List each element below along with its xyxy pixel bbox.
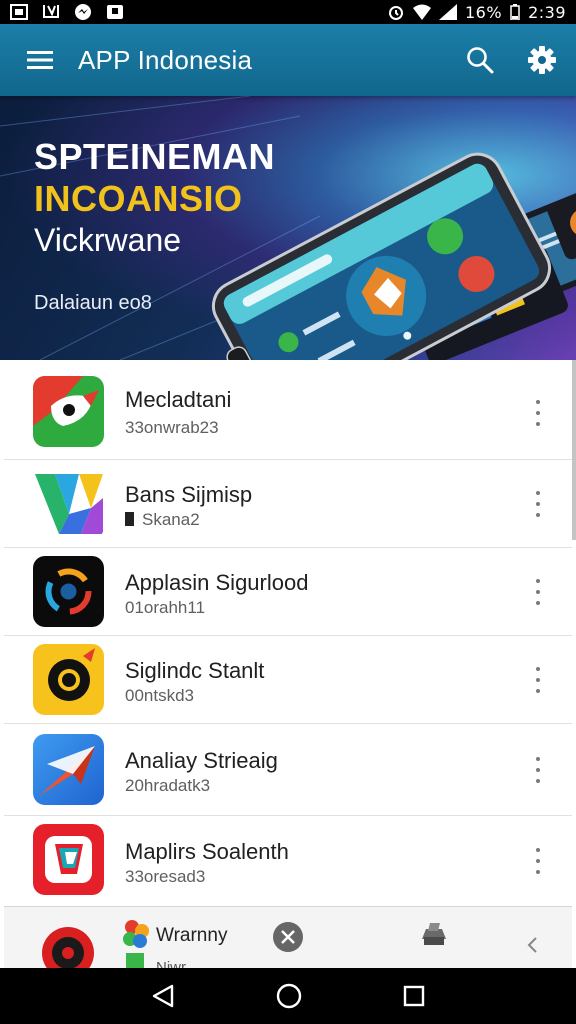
app-title-text: Analiay Strieaig — [125, 748, 278, 773]
settings-button[interactable] — [526, 44, 558, 76]
app-subtitle-text: 01orahh11 — [125, 598, 206, 617]
battery-percent: 16% — [465, 2, 503, 22]
app-subtitle-text: 20hradatk3 — [125, 776, 211, 795]
bottom-toolbar: Wrarnny Niwr — [4, 906, 572, 968]
app-bar: APP Indonesia — [0, 24, 576, 96]
back-icon[interactable] — [150, 983, 176, 1009]
banner-tagline: Vickrwane — [34, 222, 182, 258]
system-nav-bar — [0, 968, 576, 1024]
record-icon[interactable] — [40, 925, 96, 968]
chevron-left-icon[interactable] — [524, 935, 540, 955]
app-subtitle-value: Skana2 — [142, 510, 200, 529]
gallery-notification-icon — [10, 4, 28, 20]
app-title: APP Indonesia — [78, 44, 253, 75]
list-item[interactable]: Bans Sijmisp Skana2 — [4, 460, 572, 548]
download-notification-icon — [43, 5, 59, 18]
peek-title: Wrarnny — [156, 925, 228, 946]
app-title-text: Maplirs Soalenth — [125, 839, 289, 864]
promo-banner[interactable]: SPTEINEMAN INCOANSIO Vickrwane Dalaiaun … — [0, 96, 576, 360]
list-item[interactable]: Siglindc Stanlt 00ntskd3 — [4, 636, 572, 724]
home-icon[interactable] — [275, 982, 303, 1010]
alarm-icon — [389, 6, 403, 20]
app-subtitle-text: 33oresad3 — [125, 867, 206, 886]
yellow-eye-icon — [33, 644, 104, 715]
app-notification-icon — [107, 5, 123, 19]
banner-subtitle: Dalaiaun eo8 — [34, 292, 152, 314]
settings-icon — [528, 46, 556, 74]
overflow-menu-button[interactable] — [532, 400, 544, 426]
peek-subtitle: Niwr — [156, 959, 186, 968]
menu-button[interactable] — [24, 44, 56, 76]
banner-headline: SPTEINEMAN — [34, 136, 276, 177]
list-item[interactable]: Analiay Strieaig 20hradatk3 — [4, 724, 572, 816]
app-title-text: Bans Sijmisp — [125, 482, 253, 507]
overflow-menu-button[interactable] — [532, 667, 544, 693]
app-subtitle-text: Skana2 — [125, 510, 200, 530]
flower-app-icon — [123, 920, 149, 968]
red-bird-icon — [33, 376, 104, 447]
battery-icon — [510, 4, 520, 20]
camera-lens-icon — [33, 556, 104, 627]
overflow-menu-button[interactable] — [532, 757, 544, 783]
list-item[interactable]: Mecladtani 33onwrab23 — [4, 360, 572, 460]
colorful-w-icon — [33, 468, 104, 539]
overflow-menu-button[interactable] — [532, 491, 544, 517]
paper-plane-icon — [33, 734, 104, 805]
print-icon[interactable] — [418, 919, 450, 951]
app-title-text: Siglindc Stanlt — [125, 658, 265, 683]
app-list: Mecladtani 33onwrab23 Bans Sijmisp Skana… — [4, 360, 572, 906]
search-icon — [467, 47, 494, 74]
list-item[interactable]: Applasin Sigurlood 01orahh11 — [4, 548, 572, 636]
recents-icon[interactable] — [402, 984, 426, 1008]
list-item[interactable]: Maplirs Soalenth 33oresad3 — [4, 816, 572, 906]
close-icon[interactable] — [272, 921, 304, 953]
clock: 2:39 — [528, 2, 566, 22]
messenger-notification-icon — [75, 4, 91, 20]
app-title-text: Mecladtani — [125, 387, 232, 412]
overflow-menu-button[interactable] — [532, 848, 544, 874]
search-button[interactable] — [464, 44, 496, 76]
wifi-icon — [413, 4, 431, 20]
app-title-text: Applasin Sigurlood — [125, 570, 309, 595]
app-subtitle-text: 00ntskd3 — [125, 686, 194, 705]
menu-icon — [27, 51, 53, 69]
banner-headline-accent: INCOANSIO — [34, 178, 243, 219]
overflow-menu-button[interactable] — [532, 579, 544, 605]
scrollbar[interactable] — [572, 360, 576, 540]
signal-icon — [439, 4, 457, 20]
status-bar: 16% 2:39 — [0, 0, 576, 24]
app-subtitle-text: 33onwrab23 — [125, 418, 219, 437]
red-shield-icon — [33, 824, 104, 895]
